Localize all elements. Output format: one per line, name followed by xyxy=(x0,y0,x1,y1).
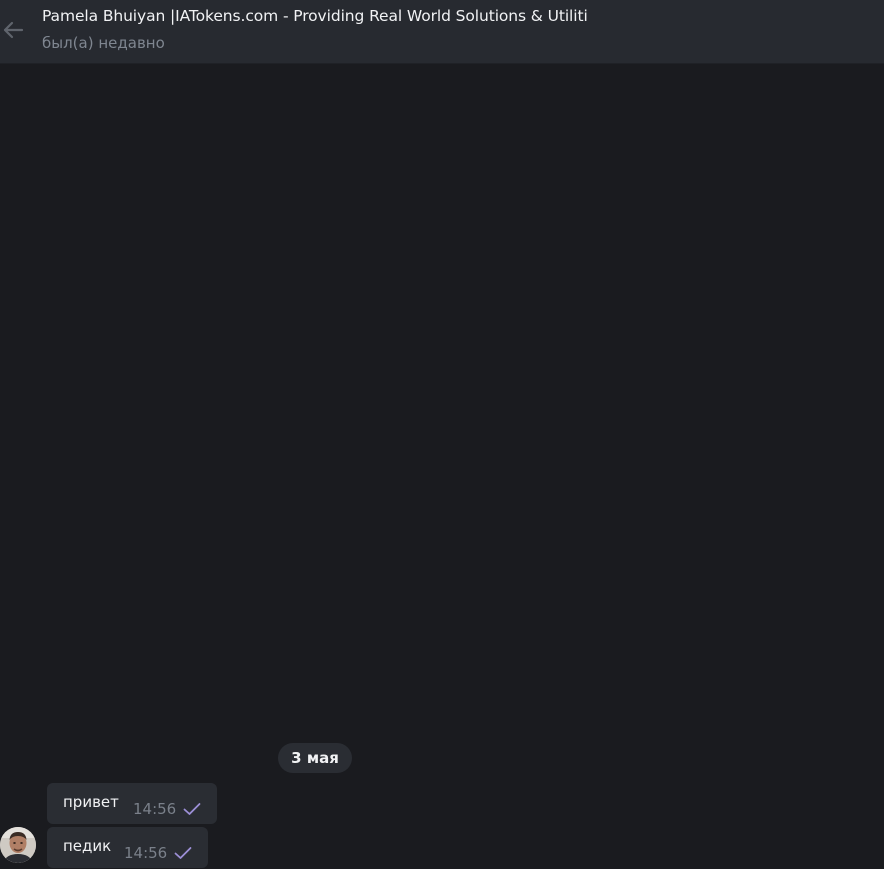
message-bubble[interactable]: привет 14:56 xyxy=(47,783,217,824)
back-button[interactable] xyxy=(0,12,26,48)
single-check-icon xyxy=(174,847,192,859)
user-avatar-icon xyxy=(0,827,36,863)
message-time: 14:56 xyxy=(133,800,177,818)
single-check-icon xyxy=(183,803,201,815)
date-separator: 3 мая xyxy=(278,743,352,773)
message-bubble[interactable]: педик 14:56 xyxy=(47,827,208,868)
chat-title[interactable]: Pamela Bhuiyan |IATokens.com - Providing… xyxy=(42,7,588,25)
chat-header: Pamela Bhuiyan |IATokens.com - Providing… xyxy=(0,0,884,64)
chat-window: Pamela Bhuiyan |IATokens.com - Providing… xyxy=(0,0,884,869)
arrow-left-icon xyxy=(3,21,24,39)
avatar[interactable] xyxy=(0,827,36,863)
message-text: педик xyxy=(63,837,112,855)
message-time: 14:56 xyxy=(124,844,168,862)
last-seen-status: был(а) недавно xyxy=(42,34,165,52)
message-text: привет xyxy=(63,793,119,811)
